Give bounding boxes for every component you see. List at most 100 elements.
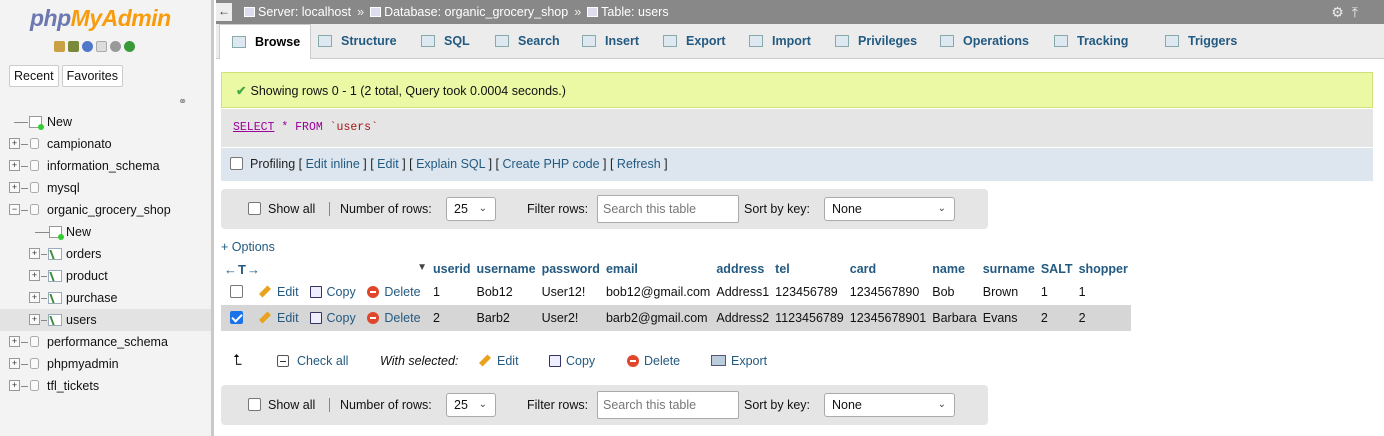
show-all-toggle[interactable]: Show all xyxy=(248,189,315,229)
settings-and-collapse-icons[interactable]: ⚙⤒ xyxy=(1331,0,1366,24)
column-header-name[interactable]: name xyxy=(929,259,979,279)
profiling-checkbox[interactable] xyxy=(230,157,243,170)
breadcrumb-server[interactable]: Server: localhost xyxy=(244,5,351,19)
expand-icon[interactable]: + xyxy=(29,292,40,303)
filter-rows-input[interactable]: Search this table xyxy=(597,391,739,419)
cell-password[interactable]: User12! xyxy=(539,279,603,305)
column-header-surname[interactable]: surname xyxy=(980,259,1038,279)
bulk-edit-button[interactable]: Edit xyxy=(478,346,519,376)
cell-salt[interactable]: 2 xyxy=(1037,305,1076,331)
column-header-tel[interactable]: tel xyxy=(772,259,847,279)
cell-card[interactable]: 1234567890 xyxy=(847,279,929,305)
row-edit-button[interactable]: Edit xyxy=(258,285,299,299)
cell-username[interactable]: Bob12 xyxy=(474,279,539,305)
favorites-tab[interactable]: Favorites xyxy=(61,65,124,87)
tab-triggers[interactable]: Triggers xyxy=(1165,24,1237,59)
cell-username[interactable]: Barb2 xyxy=(473,305,539,331)
column-header-username[interactable]: username xyxy=(474,259,539,279)
cell-surname[interactable]: Evans xyxy=(979,305,1038,331)
tree-table-new[interactable]: New xyxy=(0,221,211,243)
tree-table-purchase[interactable]: + purchase xyxy=(0,287,211,309)
column-header-password[interactable]: password xyxy=(539,259,603,279)
breadcrumb-table[interactable]: Table: users xyxy=(587,5,669,19)
expand-icon[interactable]: + xyxy=(29,314,40,325)
help-icon[interactable] xyxy=(82,41,93,52)
cell-address[interactable]: Address2 xyxy=(713,305,773,331)
show-all-checkbox[interactable] xyxy=(248,202,261,215)
row-delete-button[interactable]: Delete xyxy=(367,311,421,325)
cell-card[interactable]: 12345678901 xyxy=(846,305,930,331)
tab-export[interactable]: Export xyxy=(663,24,726,59)
create-php-code-link[interactable]: Create PHP code xyxy=(503,157,600,171)
exit-icon[interactable] xyxy=(68,41,79,52)
sql-query-display[interactable]: SELECT * FROM `users` xyxy=(221,109,1373,147)
tree-db-campionato[interactable]: + campionato xyxy=(0,133,211,155)
phpmyadmin-logo[interactable]: phpMyAdmin xyxy=(30,5,171,32)
cell-surname[interactable]: Brown xyxy=(980,279,1038,305)
row-copy-button[interactable]: Copy xyxy=(309,311,356,325)
tree-db-information-schema[interactable]: + information_schema xyxy=(0,155,211,177)
number-of-rows-select[interactable]: 25 ⌄ xyxy=(446,393,496,417)
settings-icon[interactable] xyxy=(110,41,121,52)
cell-userid[interactable]: 2 xyxy=(430,305,474,331)
show-all-checkbox[interactable] xyxy=(248,398,261,411)
check-all-toggle[interactable]: Check all xyxy=(277,346,348,376)
column-header-userid[interactable]: userid xyxy=(430,259,474,279)
column-arrows-icon[interactable]: ←T→ xyxy=(224,262,261,277)
collapse-sidebar-button[interactable]: ← xyxy=(216,3,232,21)
tree-table-users[interactable]: + users xyxy=(0,309,211,331)
tree-db-performance-schema[interactable]: + performance_schema xyxy=(0,331,211,353)
check-all-checkbox[interactable] xyxy=(277,355,289,367)
collapse-icon[interactable]: − xyxy=(9,204,20,215)
reload-icon[interactable] xyxy=(124,41,135,52)
tree-db-phpmyadmin[interactable]: + phpmyadmin xyxy=(0,353,211,375)
expand-icon[interactable]: + xyxy=(9,336,20,347)
gear-icon[interactable]: ⚙ xyxy=(1331,4,1352,20)
number-of-rows-select[interactable]: 25 ⌄ xyxy=(446,197,496,221)
link-with-main-panel-icon[interactable]: ⚭ xyxy=(178,95,187,108)
tree-table-orders[interactable]: + orders xyxy=(0,243,211,265)
column-header-email[interactable]: email xyxy=(603,259,713,279)
tab-search[interactable]: Search xyxy=(495,24,560,59)
tree-db-mysql[interactable]: + mysql xyxy=(0,177,211,199)
home-icon[interactable] xyxy=(54,41,65,52)
cell-password[interactable]: User2! xyxy=(538,305,603,331)
cell-address[interactable]: Address1 xyxy=(713,279,772,305)
cell-shopper[interactable]: 1 xyxy=(1076,279,1131,305)
row-edit-button[interactable]: Edit xyxy=(258,311,299,325)
filter-rows-input[interactable]: Search this table xyxy=(597,195,739,223)
column-header-address[interactable]: address xyxy=(713,259,772,279)
bulk-export-button[interactable]: Export xyxy=(711,346,767,376)
expand-icon[interactable]: + xyxy=(9,182,20,193)
refresh-link[interactable]: Refresh xyxy=(617,157,661,171)
expand-icon[interactable]: + xyxy=(29,270,40,281)
cell-tel[interactable]: 123456789 xyxy=(772,279,847,305)
edit-link[interactable]: Edit xyxy=(377,157,399,171)
cell-email[interactable]: bob12@gmail.com xyxy=(603,279,713,305)
row-copy-button[interactable]: Copy xyxy=(309,285,356,299)
expand-icon[interactable]: + xyxy=(9,138,20,149)
column-header-card[interactable]: card xyxy=(847,259,929,279)
show-all-toggle[interactable]: Show all xyxy=(248,385,315,425)
breadcrumb-database[interactable]: Database: organic_grocery_shop xyxy=(370,5,568,19)
expand-icon[interactable]: + xyxy=(9,380,20,391)
tree-table-product[interactable]: + product xyxy=(0,265,211,287)
tab-privileges[interactable]: Privileges xyxy=(835,24,917,59)
tab-browse[interactable]: Browse xyxy=(219,24,311,59)
row-checkbox-checked[interactable] xyxy=(230,311,243,324)
cell-tel[interactable]: 1123456789 xyxy=(772,305,847,331)
cell-userid[interactable]: 1 xyxy=(430,279,474,305)
cell-email[interactable]: barb2@gmail.com xyxy=(602,305,714,331)
expand-icon[interactable]: + xyxy=(9,358,20,369)
cell-salt[interactable]: 1 xyxy=(1038,279,1076,305)
sort-desc-icon[interactable]: ▼ xyxy=(417,262,427,273)
cell-shopper[interactable]: 2 xyxy=(1075,305,1131,331)
explain-sql-link[interactable]: Explain SQL xyxy=(416,157,485,171)
tab-structure[interactable]: Structure xyxy=(318,24,397,59)
bulk-copy-button[interactable]: Copy xyxy=(549,346,595,376)
tab-operations[interactable]: Operations xyxy=(940,24,1029,59)
sort-by-key-select[interactable]: None ⌄ xyxy=(824,197,955,221)
row-delete-button[interactable]: Delete xyxy=(367,285,421,299)
docs-icon[interactable] xyxy=(96,41,107,52)
tab-sql[interactable]: SQL xyxy=(421,24,470,59)
